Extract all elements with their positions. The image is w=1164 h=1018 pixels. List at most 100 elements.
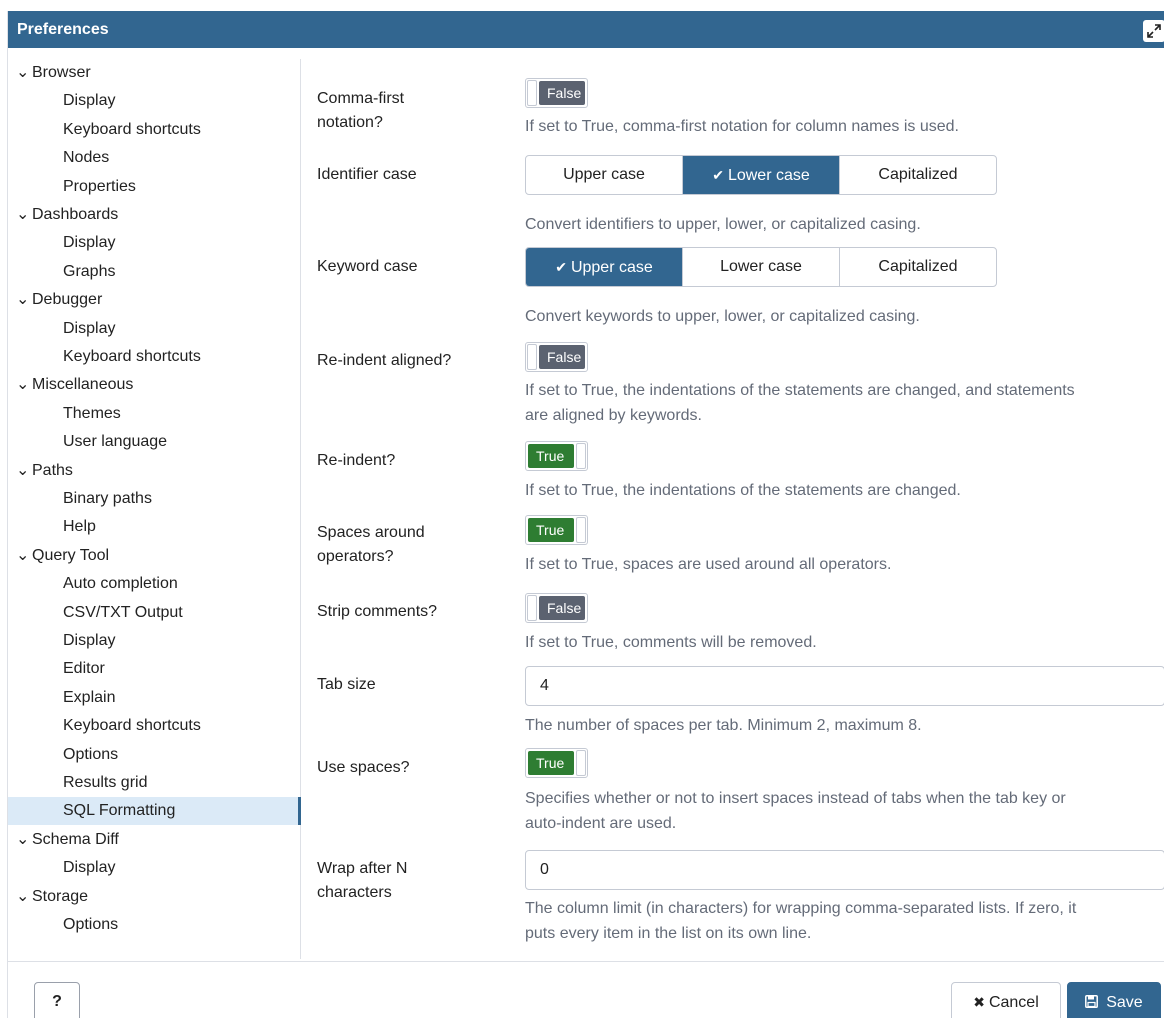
tree-group-browser[interactable]: ⌄ Browser [8,59,301,87]
tree-item-properties[interactable]: Properties [8,173,301,201]
strip-comments-toggle[interactable]: False [525,593,588,623]
spaces-around-operators-toggle[interactable]: True [525,515,588,545]
chevron-down-icon: ⌄ [16,291,30,309]
tree-item-display[interactable]: Display [8,315,301,343]
maximize-button[interactable] [1143,20,1164,42]
toggle-knob [527,344,537,370]
tree-item-binary-paths[interactable]: Binary paths [8,485,301,513]
expand-icon [1147,24,1161,38]
tab-size-help: The number of spaces per tab. Minimum 2,… [525,717,922,734]
tree-item-keyboard-shortcuts[interactable]: Keyboard shortcuts [8,116,301,144]
tree-item-display[interactable]: Display [8,229,301,257]
tree-item-display[interactable]: Display [8,854,301,882]
keyword-case-selector: ✔ Upper case Lower case Capitalized [525,247,997,287]
chevron-down-icon: ⌄ [16,546,30,564]
reindent-toggle[interactable]: True [525,441,588,471]
identifier-lower-option[interactable]: ✔ Lower case [683,156,840,194]
tree-item-label: Binary paths [63,490,152,507]
tree-item-label: SQL Formatting [63,802,176,820]
tab-size-input[interactable]: 4 [525,666,1164,706]
tree-item-label: Display [63,319,116,337]
tree-item-label: CSV/TXT Output [63,603,183,621]
reindent-label: Re-indent? [317,452,396,469]
tree-item-display[interactable]: Display [8,87,301,115]
tree-group-debugger[interactable]: ⌄ Debugger [8,286,301,314]
use-spaces-toggle[interactable]: True [525,748,588,778]
tree-item-label: Options [63,916,119,933]
reindent-aligned-help: If set to True, the indentations of the … [525,382,1075,424]
tree-item-keyboard-shortcuts[interactable]: Keyboard shortcuts [8,343,301,371]
tree-item-label: Display [63,234,116,252]
tree-item-keyboard-shortcuts[interactable]: Keyboard shortcuts [8,712,301,740]
keyword-capitalized-option[interactable]: Capitalized [840,248,996,286]
help-button[interactable]: ? [34,982,80,1018]
tree-item-label: Display [63,92,116,110]
reindent-help: If set to True, the indentations of the … [525,482,961,499]
tree-item-user-language[interactable]: User language [8,428,301,456]
toggle-state: False [539,81,585,105]
reindent-aligned-toggle[interactable]: False [525,342,588,372]
tree-group-miscellaneous[interactable]: ⌄ Miscellaneous [8,371,301,399]
keyword-lower-option[interactable]: Lower case [683,248,840,286]
toggle-state: True [528,444,574,468]
tree-group-schema-diff[interactable]: ⌄ Schema Diff [8,826,301,854]
tree-item-label: Themes [63,404,121,422]
comma-first-help: If set to True, comma-first notation for… [525,118,959,135]
wrap-after-help: The column limit (in characters) for wra… [525,900,1077,942]
tree-item-label: Miscellaneous [32,376,134,394]
tree-item-label: Options [63,745,119,763]
toggle-state: False [539,345,585,369]
sql-formatting-panel: Comma-first notation? False If set to Tr… [302,59,1164,959]
identifier-capitalized-option[interactable]: Capitalized [840,156,996,194]
tree-item-display[interactable]: Display [8,627,301,655]
cancel-button[interactable]: ✖ Cancel [951,982,1061,1018]
keyword-case-help: Convert keywords to upper, lower, or cap… [525,308,920,325]
tree-item-label: Editor [63,660,105,678]
preferences-tree: ⌄ Browser Display Keyboard shortcuts Nodes Pr… [8,59,301,959]
spaces-around-operators-help: If set to True, spaces are used around a… [525,556,892,573]
keyword-upper-option[interactable]: ✔ Upper case [526,248,683,286]
tree-item-editor[interactable]: Editor [8,655,301,683]
comma-first-toggle[interactable]: False [525,78,588,108]
close-icon: ✖ [973,994,985,1010]
tab-size-label: Tab size [317,676,376,693]
identifier-upper-option[interactable]: Upper case [526,156,683,194]
tree-item-label: Display [63,859,116,877]
tree-item-explain[interactable]: Explain [8,684,301,712]
use-spaces-help: Specifies whether or not to insert space… [525,790,1066,832]
tree-item-label: Properties [63,177,136,195]
dialog-footer: ? ✖ Cancel Save [8,961,1164,1018]
tree-item-label: User language [63,433,168,451]
use-spaces-label: Use spaces? [317,759,410,776]
tree-item-options[interactable]: Options [8,741,301,769]
tree-item-label: Display [63,632,116,649]
check-icon: ✔ [555,259,567,275]
tree-item-label: Keyboard shortcuts [63,717,201,735]
floppy-disk-icon [1085,994,1102,1010]
tree-item-results-grid[interactable]: Results grid [8,769,301,797]
tree-item-help[interactable]: Help [8,513,301,541]
tree-item-themes[interactable]: Themes [8,400,301,428]
tree-item-auto-completion[interactable]: Auto completion [8,570,301,598]
tree-group-dashboards[interactable]: ⌄ Dashboards [8,201,301,229]
tree-group-paths[interactable]: ⌄ Paths [8,457,301,485]
tree-group-query-tool[interactable]: ⌄ Query Tool [8,542,301,570]
tree-item-graphs[interactable]: Graphs [8,258,301,286]
tree-item-label: Auto completion [63,575,178,593]
tree-group-storage[interactable]: ⌄ Storage [8,883,301,911]
toggle-state: False [539,596,585,620]
toggle-state: True [528,518,574,542]
tree-item-label: Keyboard shortcuts [63,348,201,365]
check-icon: ✔ [712,167,724,183]
tree-item-label: Schema Diff [32,830,119,848]
tree-item-sql-formatting[interactable]: SQL Formatting [8,797,301,826]
tree-item-options[interactable]: Options [8,911,301,939]
save-button[interactable]: Save [1067,982,1161,1018]
wrap-after-input[interactable]: 0 [525,850,1164,890]
spaces-around-operators-label: Spaces around operators? [317,524,425,565]
tree-item-csv-txt-output[interactable]: CSV/TXT Output [8,599,301,627]
tree-item-label: Paths [32,461,73,479]
chevron-down-icon: ⌄ [16,461,30,479]
toggle-knob [527,595,537,621]
tree-item-nodes[interactable]: Nodes [8,144,301,172]
